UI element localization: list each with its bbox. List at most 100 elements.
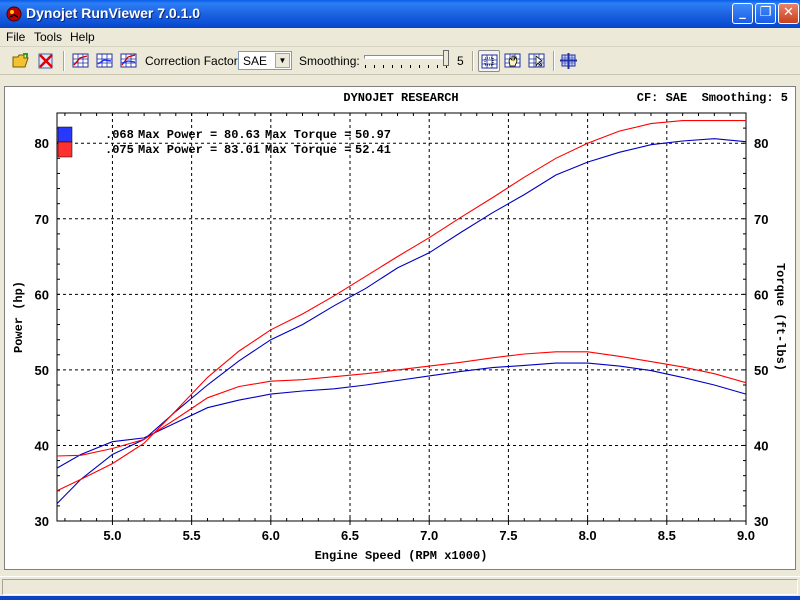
reset-view-button[interactable] [526, 50, 548, 72]
slider-track [364, 55, 444, 59]
series-line-torque-run-075 [56, 351, 747, 457]
legend-swatch-run-068[interactable] [57, 126, 73, 143]
menu-file[interactable]: File [4, 29, 27, 45]
y-tick-label-left: 40 [35, 438, 49, 453]
y-axis-label-left: Power (hp) [12, 281, 26, 353]
legend-run-name: .068 [105, 128, 134, 142]
x-tick-label: 8.0 [579, 528, 597, 543]
y-tick-label-right: 40 [754, 438, 768, 453]
legend-max-torque-label: Max Torque = [265, 128, 359, 142]
legend-max-power-value: 80.63 [224, 128, 260, 142]
close-button[interactable]: ✕ [778, 3, 799, 24]
slider-tick [419, 65, 420, 68]
plot-area-border [56, 112, 747, 522]
correction-factor-value: SAE [243, 54, 268, 68]
maximize-button[interactable]: ❐ [755, 3, 776, 24]
x-tick-label: 5.0 [103, 528, 121, 543]
y-tick-label-right: 80 [754, 136, 768, 151]
graph-view-1-button[interactable] [70, 50, 92, 72]
graph-grid-icon [72, 53, 89, 68]
x-tick-label: 7.5 [499, 528, 517, 543]
graph-view-2-button[interactable] [94, 50, 116, 72]
window-title: Dynojet RunViewer 7.0.1.0 [26, 5, 201, 21]
zoom-button[interactable] [478, 50, 500, 72]
correction-factor-label: Correction Factor: [145, 54, 242, 68]
grid-lines [57, 113, 746, 521]
window-bottom-edge [0, 596, 800, 600]
legend-max-power-value: 83.01 [224, 143, 260, 157]
chart-title: DYNOJET RESEARCH [343, 91, 458, 105]
dynojet-app-icon[interactable] [6, 6, 22, 22]
series-line-power-run-068 [56, 138, 747, 504]
menu-help[interactable]: Help [68, 29, 97, 45]
series-line-torque-run-068 [56, 362, 747, 469]
legend-max-torque-value: 50.97 [355, 128, 391, 142]
graph-grid-icon [96, 53, 113, 68]
y-tick-label-left: 60 [35, 287, 49, 302]
y-axis-label-right: Torque (ft-lbs) [773, 263, 787, 371]
crosshair-button[interactable] [558, 50, 580, 72]
cursor-graph-icon [528, 53, 545, 68]
x-axis-label: Engine Speed (RPM x1000) [315, 549, 488, 563]
slider-tick [392, 65, 393, 68]
x-tick-label: 6.5 [341, 528, 359, 543]
legend-max-power-label: Max Power = [138, 143, 224, 157]
x-tick-label: 5.5 [183, 528, 201, 543]
y-tick-labels: 30 30 40 40 50 50 60 60 70 70 80 80 [35, 136, 769, 529]
title-bar: Dynojet RunViewer 7.0.1.0 _ ❐ ✕ [0, 0, 800, 28]
zoom-graph-icon [481, 54, 498, 69]
toolbar-separator [472, 51, 474, 71]
slider-tick [437, 65, 438, 68]
slider-tick [428, 65, 429, 68]
slider-tick [410, 65, 411, 68]
x-tick-labels: 5.0 5.5 6.0 6.5 7.0 7.5 8.0 8.5 9.0 [103, 528, 755, 543]
crosshair-grid-icon [560, 53, 577, 69]
y-tick-label-left: 50 [35, 363, 49, 378]
dyno-chart[interactable]: DYNOJET RESEARCH CF: SAE Smoothing: 5 5.… [5, 87, 795, 569]
open-folder-icon [12, 53, 29, 68]
slider-thumb[interactable] [443, 50, 449, 66]
smoothing-value: 5 [457, 54, 464, 68]
y-tick-label-left: 80 [35, 136, 49, 151]
slider-tick [374, 65, 375, 68]
legend-max-torque-value: 52.41 [355, 143, 391, 157]
smoothing-label: Smoothing: [299, 54, 360, 68]
x-tick-label: 8.5 [658, 528, 676, 543]
slider-tick [383, 65, 384, 68]
legend-run-name: .075 [105, 143, 134, 157]
correction-factor-select[interactable]: SAE ▼ [238, 51, 292, 70]
graph-view-3-button[interactable] [118, 50, 140, 72]
status-pane [2, 579, 798, 595]
y-tick-label-right: 30 [754, 514, 768, 529]
close-run-button[interactable] [35, 50, 57, 72]
axis-tick-marks [57, 112, 747, 525]
slider-tick [365, 65, 366, 68]
chevron-down-icon[interactable]: ▼ [275, 53, 290, 68]
status-bar [0, 576, 800, 596]
close-run-icon [38, 53, 53, 69]
menu-tools[interactable]: Tools [32, 29, 64, 45]
menu-bar: File Tools Help [0, 28, 800, 47]
chart-header-right: CF: SAE Smoothing: 5 [637, 91, 788, 105]
minimize-button[interactable]: _ [732, 3, 753, 24]
pan-button[interactable] [502, 50, 524, 72]
y-tick-label-right: 70 [754, 212, 768, 227]
hand-pan-icon [504, 53, 521, 68]
legend-max-power-label: Max Power = [138, 128, 224, 142]
legend-swatch-run-075[interactable] [57, 141, 73, 158]
y-tick-label-left: 30 [35, 514, 49, 529]
legend: .068 Max Power = 80.63 Max Torque = 50.9… [57, 126, 391, 158]
toolbar-separator [63, 51, 65, 71]
x-tick-label: 9.0 [737, 528, 755, 543]
graph-grid-icon [120, 53, 137, 68]
smoothing-slider[interactable] [362, 50, 450, 72]
open-run-button[interactable] [10, 50, 32, 72]
data-series [56, 120, 747, 504]
y-tick-label-left: 70 [35, 212, 49, 227]
y-tick-label-right: 50 [754, 363, 768, 378]
x-tick-label: 7.0 [420, 528, 438, 543]
toolbar-separator [553, 51, 555, 71]
dyno-chart-panel: DYNOJET RESEARCH CF: SAE Smoothing: 5 5.… [4, 86, 796, 570]
x-tick-label: 6.0 [262, 528, 280, 543]
y-tick-label-right: 60 [754, 287, 768, 302]
